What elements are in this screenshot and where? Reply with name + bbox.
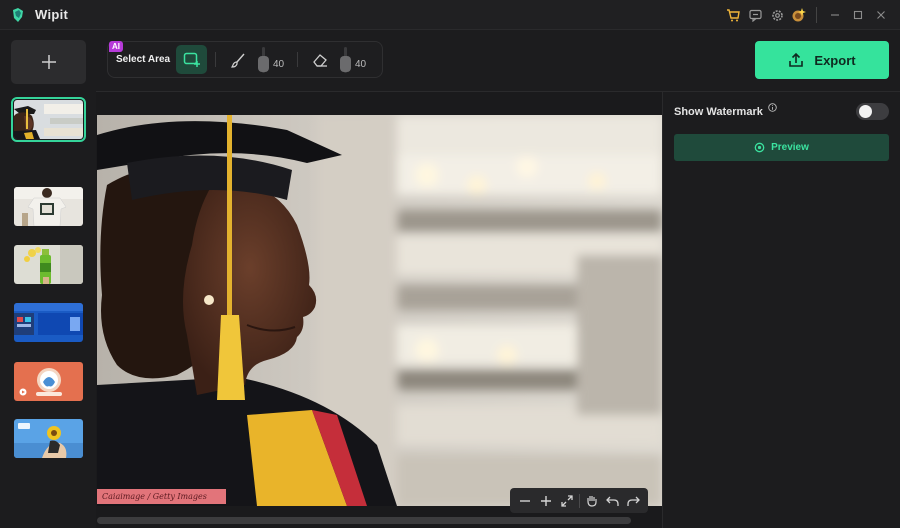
cart-icon[interactable] [722, 4, 744, 26]
zoom-in-icon[interactable] [537, 492, 555, 510]
show-watermark-toggle[interactable] [856, 103, 889, 120]
show-watermark-label: Show Watermark [674, 106, 763, 118]
brush-icon[interactable] [228, 50, 248, 70]
feedback-icon[interactable] [744, 4, 766, 26]
maximize-icon[interactable] [847, 4, 869, 26]
eraser-icon[interactable] [310, 50, 330, 70]
preview-button[interactable]: Preview [674, 134, 889, 161]
hand-icon[interactable] [583, 492, 601, 510]
eraser-size-value: 40 [355, 59, 367, 70]
premium-icon[interactable] [788, 4, 810, 26]
fit-icon[interactable] [558, 492, 576, 510]
close-icon[interactable] [870, 4, 892, 26]
zoom-toolbar [510, 488, 648, 513]
select-area-icon [183, 52, 200, 67]
thumbnail-shirt[interactable] [14, 187, 83, 226]
undo-icon[interactable] [604, 492, 622, 510]
thumbnail-bottle[interactable] [14, 245, 83, 284]
image-sidebar [0, 30, 96, 528]
preview-label: Preview [771, 142, 809, 153]
zoom-out-icon[interactable] [516, 492, 534, 510]
info-icon[interactable] [768, 103, 777, 112]
thumbnail-blue-design[interactable] [14, 303, 83, 342]
settings-icon[interactable] [766, 4, 788, 26]
brush-size-slider[interactable] [258, 47, 269, 73]
thumbnail-graduate[interactable] [11, 97, 86, 142]
watermark-strip: Caiaimage / Getty Images [97, 489, 226, 504]
brush-size-value: 40 [273, 59, 285, 70]
eye-icon [754, 142, 765, 153]
toolbar-separator [215, 52, 216, 67]
thumbnail-sunflower[interactable] [14, 419, 83, 458]
toggle-knob [859, 105, 872, 118]
export-label: Export [814, 52, 856, 68]
toolbar-separator [297, 52, 298, 67]
eraser-size-slider[interactable] [340, 47, 351, 73]
ai-badge: AI [109, 41, 123, 52]
edited-photo[interactable] [97, 115, 662, 506]
zoom-separator [578, 493, 580, 508]
app-title: Wipit [35, 7, 69, 22]
minimize-icon[interactable] [824, 4, 846, 26]
titlebar-separator [816, 7, 817, 23]
redo-icon[interactable] [625, 492, 643, 510]
watermark-text: Caiaimage / Getty Images [102, 492, 207, 501]
title-bar: Wipit [0, 0, 900, 30]
select-area-label[interactable]: Select Area [116, 54, 170, 65]
horizontal-scrollbar[interactable] [97, 517, 631, 524]
add-image-button[interactable] [11, 40, 86, 84]
plus-icon [41, 55, 56, 69]
export-icon [789, 52, 804, 67]
export-button[interactable]: Export [755, 41, 889, 79]
thumbnail-orange-promo[interactable] [14, 362, 83, 401]
app-logo-icon [13, 7, 23, 22]
select-area-button[interactable] [176, 45, 207, 74]
